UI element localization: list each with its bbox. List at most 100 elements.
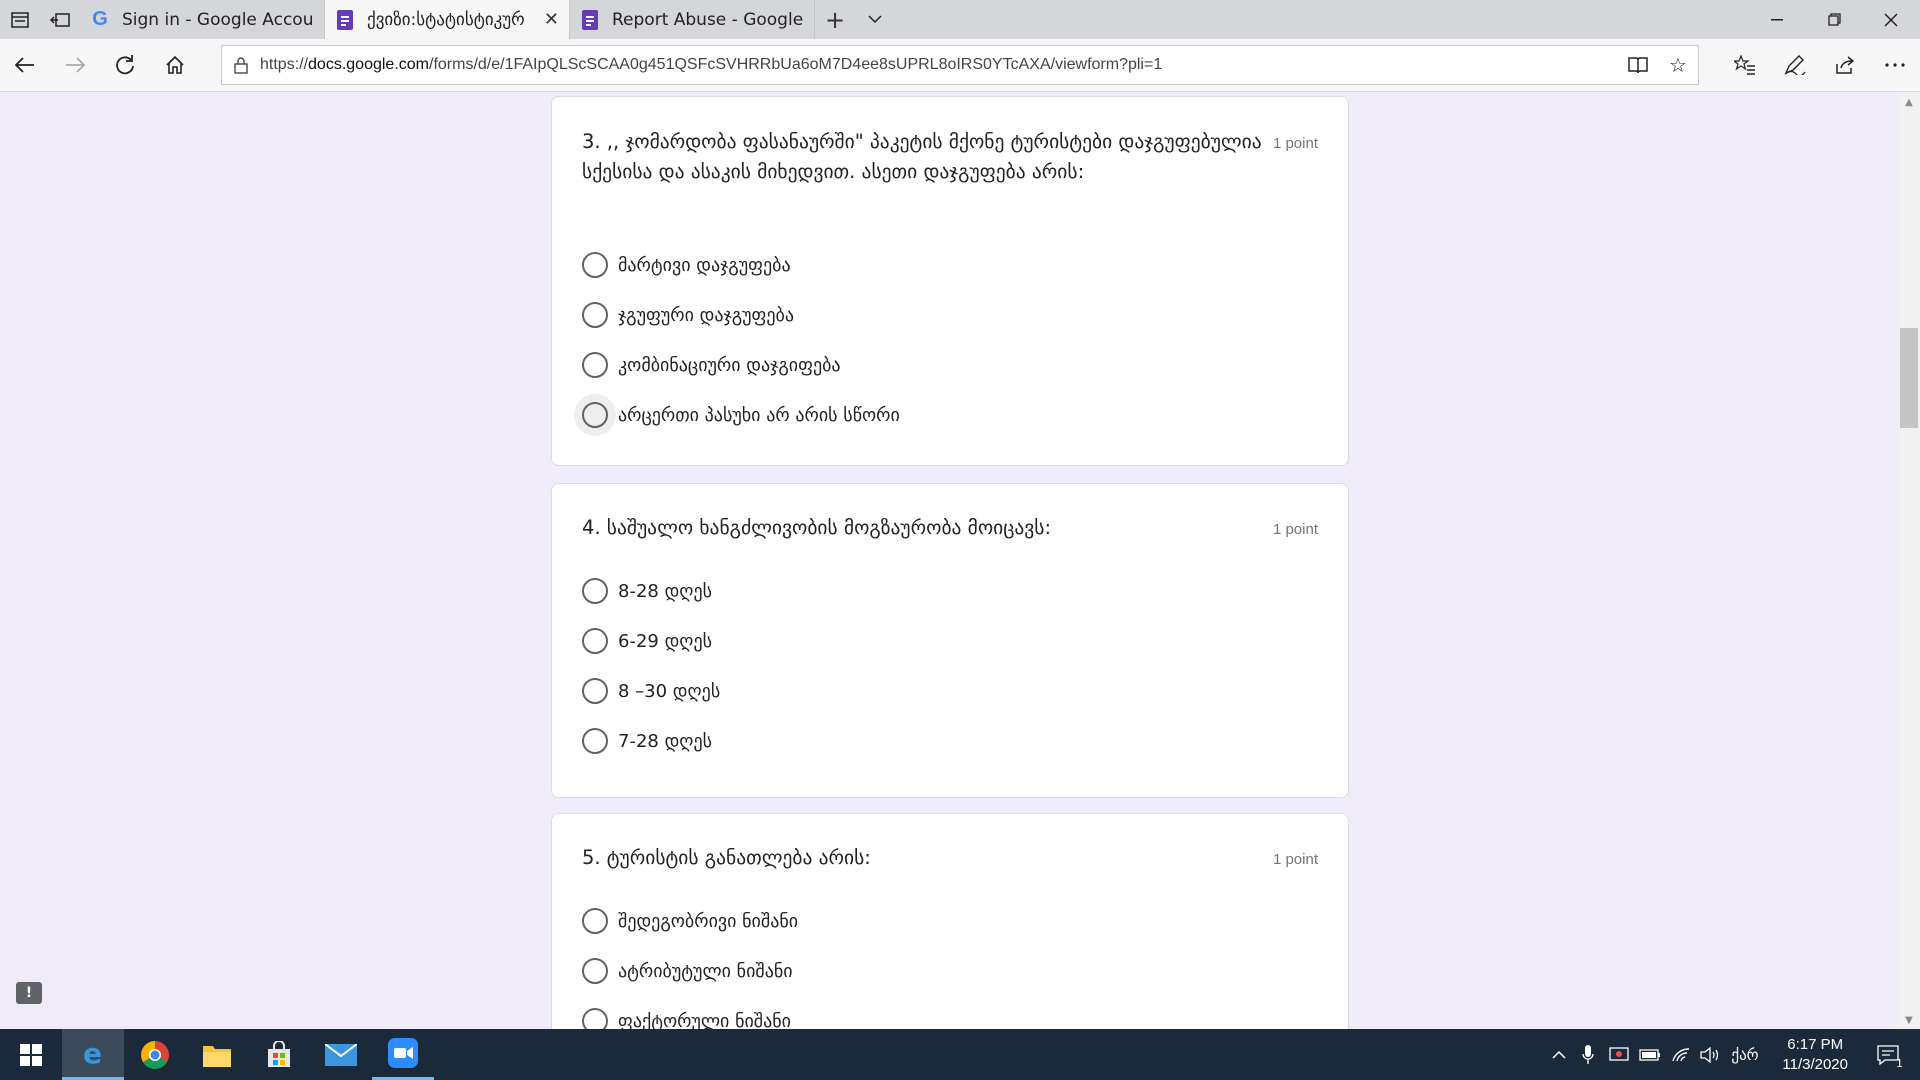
set-tabs-aside-icon[interactable] bbox=[40, 0, 80, 39]
page-scrollbar[interactable]: ▲ ▼ bbox=[1898, 93, 1920, 1029]
radio-button[interactable] bbox=[574, 570, 616, 612]
microphone-icon[interactable] bbox=[1576, 1029, 1600, 1080]
forward-icon[interactable] bbox=[59, 49, 91, 81]
show-hidden-icons-icon[interactable] bbox=[1547, 1029, 1571, 1080]
question-title: 3. ,, ჯომარდობა ფასანაურში" პაკეტის მქონ… bbox=[582, 130, 1262, 183]
new-tab-icon[interactable]: + bbox=[815, 0, 855, 39]
option-radio[interactable]: ფაქტორული ნიშანი bbox=[582, 1001, 791, 1029]
battery-icon[interactable] bbox=[1637, 1029, 1663, 1080]
question-points: 1 point bbox=[1272, 521, 1318, 538]
option-radio[interactable]: არცერთი პასუხი არ არის სწორი bbox=[574, 394, 900, 436]
scroll-down-icon[interactable]: ▼ bbox=[1898, 1011, 1920, 1029]
windows-start-icon[interactable] bbox=[0, 1029, 62, 1080]
address-bar[interactable]: https://docs.google.com/forms/d/e/1FAIpQ… bbox=[221, 45, 1699, 85]
option-label: ჯგუფური დაჯგუფება bbox=[618, 304, 795, 326]
close-window-icon[interactable] bbox=[1862, 0, 1920, 39]
mail-icon[interactable] bbox=[310, 1029, 372, 1080]
favorites-icon[interactable] bbox=[1729, 49, 1761, 81]
tab-title: Sign in - Google Accounts bbox=[122, 9, 314, 30]
radio-button[interactable] bbox=[574, 244, 616, 286]
minimize-icon[interactable] bbox=[1748, 0, 1806, 39]
clock-date: 11/3/2020 bbox=[1782, 1056, 1848, 1073]
option-label: 8 –30 დღეს bbox=[618, 680, 721, 702]
option-radio[interactable]: ჯგუფური დაჯგუფება bbox=[582, 295, 794, 335]
svg-text:e: e bbox=[83, 1038, 102, 1068]
question-points: 1 point bbox=[1272, 851, 1318, 868]
question-points: 1 point bbox=[1272, 135, 1318, 152]
share-icon[interactable] bbox=[1829, 49, 1861, 81]
file-explorer-icon[interactable] bbox=[186, 1029, 248, 1080]
tab-sign-in[interactable]: G Sign in - Google Accounts bbox=[80, 0, 325, 39]
radio-button[interactable] bbox=[574, 620, 616, 662]
url-text[interactable]: https://docs.google.com/forms/d/e/1FAIpQ… bbox=[260, 56, 1618, 74]
page-content: 3. ,, ჯომარდობა ფასანაურში" პაკეტის მქონ… bbox=[0, 93, 1898, 1029]
restore-icon[interactable] bbox=[1805, 0, 1863, 39]
option-radio[interactable]: შედეგობრივი ნიშანი bbox=[582, 901, 798, 941]
url-domain: docs.google.com bbox=[308, 56, 429, 73]
clock-time: 6:17 PM bbox=[1787, 1036, 1844, 1053]
clock[interactable]: 6:17 PM 11/3/2020 bbox=[1782, 1035, 1848, 1075]
report-feedback-icon[interactable]: ! bbox=[16, 982, 42, 1004]
option-radio[interactable]: 8 –30 დღეს bbox=[582, 671, 720, 711]
browser-toolbar: https://docs.google.com/forms/d/e/1FAIpQ… bbox=[0, 39, 1920, 92]
option-radio[interactable]: 6-29 დღეს bbox=[582, 621, 712, 661]
tab-strip: G Sign in - Google Accounts ქვიზი:სტატის… bbox=[0, 0, 1920, 39]
option-label: 7-28 დღეს bbox=[618, 730, 712, 752]
url-path: /forms/d/e/1FAIpQLScSCAA0g451QSFcSVHRRbU… bbox=[429, 56, 1163, 73]
option-label: კომბინაციური დაჯგიფება bbox=[618, 354, 841, 376]
option-label: 6-29 დღეს bbox=[618, 630, 712, 652]
reading-view-icon[interactable] bbox=[1618, 46, 1658, 84]
tab-actions-icon[interactable] bbox=[0, 0, 40, 39]
option-radio[interactable]: 8-28 დღეს bbox=[582, 571, 712, 611]
lock-icon[interactable] bbox=[222, 56, 260, 74]
notification-count: 1 bbox=[1896, 1057, 1903, 1070]
wifi-icon[interactable] bbox=[1668, 1029, 1694, 1080]
radio-button[interactable] bbox=[574, 394, 616, 436]
tab-list-chevron-icon[interactable] bbox=[855, 0, 895, 39]
back-icon[interactable] bbox=[9, 49, 41, 81]
scrollbar-thumb[interactable] bbox=[1900, 328, 1918, 428]
option-radio[interactable]: ატრიბუტული ნიშანი bbox=[582, 951, 793, 991]
forms-icon bbox=[580, 9, 600, 30]
radio-button[interactable] bbox=[574, 1000, 616, 1029]
option-radio[interactable]: კომბინაციური დაჯგიფება bbox=[582, 345, 841, 385]
scroll-up-icon[interactable]: ▲ bbox=[1898, 93, 1920, 111]
radio-button[interactable] bbox=[574, 950, 616, 992]
pen-icon[interactable] bbox=[1779, 49, 1811, 81]
radio-button[interactable] bbox=[574, 294, 616, 336]
close-tab-icon[interactable]: ✕ bbox=[544, 9, 559, 30]
option-label: შედეგობრივი ნიშანი bbox=[618, 910, 799, 932]
option-label: ფაქტორული ნიშანი bbox=[618, 1010, 791, 1030]
refresh-icon[interactable] bbox=[109, 49, 141, 81]
tab-title: Report Abuse - Google Forr bbox=[612, 9, 804, 30]
radio-button[interactable] bbox=[574, 720, 616, 762]
edge-icon[interactable]: e bbox=[62, 1029, 124, 1080]
question-title: 5. ტურისტის განათლება არის: bbox=[582, 846, 871, 869]
tab-report-abuse[interactable]: Report Abuse - Google Forr bbox=[570, 0, 815, 39]
volume-icon[interactable] bbox=[1697, 1029, 1723, 1080]
question-title: 4. საშუალო ხანგძლივობის მოგზაურობა მოიცა… bbox=[582, 516, 1052, 539]
option-radio[interactable]: 7-28 დღეს bbox=[582, 721, 712, 761]
input-language[interactable]: ქარ bbox=[1728, 1029, 1762, 1080]
action-center-icon[interactable]: 1 bbox=[1866, 1029, 1910, 1080]
tab-title: ქვიზი:სტატისტიკურ bbox=[367, 9, 525, 30]
home-icon[interactable] bbox=[159, 49, 191, 81]
question-card-3: 3. ,, ჯომარდობა ფასანაურში" პაკეტის მქონ… bbox=[551, 96, 1349, 466]
screen-capture-icon[interactable] bbox=[1606, 1029, 1632, 1080]
question-card-4: 4. საშუალო ხანგძლივობის მოგზაურობა მოიცა… bbox=[551, 483, 1349, 798]
store-icon[interactable] bbox=[248, 1029, 310, 1080]
option-radio[interactable]: მარტივი დაჯგუფება bbox=[582, 245, 791, 285]
zoom-icon[interactable] bbox=[372, 1029, 434, 1080]
radio-button[interactable] bbox=[574, 900, 616, 942]
radio-button[interactable] bbox=[574, 670, 616, 712]
chrome-icon[interactable] bbox=[124, 1029, 186, 1080]
tab-quiz[interactable]: ქვიზი:სტატისტიკურ ✕ bbox=[325, 0, 570, 39]
option-label: 8-28 დღეს bbox=[618, 580, 712, 602]
option-label: ატრიბუტული ნიშანი bbox=[618, 960, 793, 982]
url-scheme: https:// bbox=[260, 56, 309, 73]
favorite-star-icon[interactable]: ☆ bbox=[1658, 46, 1698, 84]
option-label: არცერთი პასუხი არ არის სწორი bbox=[618, 404, 900, 426]
more-icon[interactable] bbox=[1879, 49, 1911, 81]
question-card-5: 5. ტურისტის განათლება არის: 1 point შედე… bbox=[551, 813, 1349, 1029]
radio-button[interactable] bbox=[574, 344, 616, 386]
